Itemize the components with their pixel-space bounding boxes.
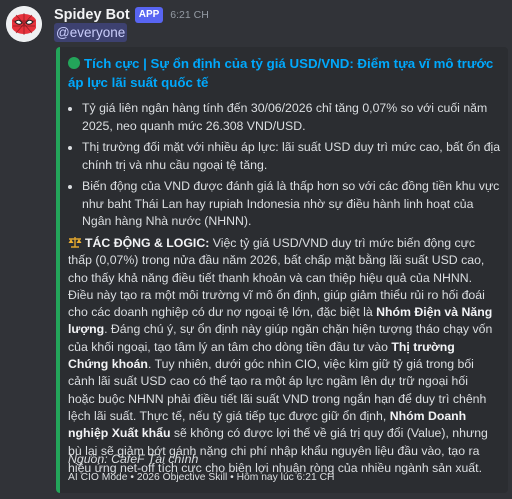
- green-circle-icon: [68, 57, 80, 69]
- embed-title-text: Tích cực | Sự ổn định của tỷ giá USD/VND…: [68, 56, 494, 90]
- author-name[interactable]: Spidey Bot: [54, 7, 130, 23]
- everyone-mention[interactable]: @everyone: [54, 23, 128, 42]
- spidey-avatar-icon: [6, 6, 42, 42]
- summary-bullets: Tỷ giá liên ngân hàng tính đến 30/06/202…: [68, 100, 502, 235]
- embed-footer: AI CIO Mode • 2026 Objective Skill • Hôm…: [68, 472, 335, 483]
- list-item: Thị trường đối mặt với nhiều áp lực: lãi…: [82, 139, 502, 174]
- bot-avatar[interactable]: [6, 6, 42, 42]
- impact-paragraph: TÁC ĐỘNG & LOGIC: Việc tỷ giá USD/VND du…: [68, 235, 494, 477]
- source-line: Nguồn: CafeF Tài chính: [68, 452, 199, 466]
- embed-title[interactable]: Tích cực | Sự ổn định của tỷ giá USD/VND…: [68, 54, 498, 92]
- list-item: Tỷ giá liên ngân hàng tính đến 30/06/202…: [82, 100, 502, 135]
- news-embed: Tích cực | Sự ổn định của tỷ giá USD/VND…: [56, 47, 508, 493]
- balance-scale-icon: [68, 236, 82, 248]
- app-badge: APP: [134, 7, 164, 23]
- impact-label: TÁC ĐỘNG & LOGIC:: [85, 236, 210, 250]
- message-timestamp[interactable]: 6:21 CH: [170, 9, 209, 21]
- list-item: Biến động của VND được đánh giá là thấp …: [82, 178, 502, 231]
- message-header: Spidey Bot APP 6:21 CH: [54, 5, 209, 25]
